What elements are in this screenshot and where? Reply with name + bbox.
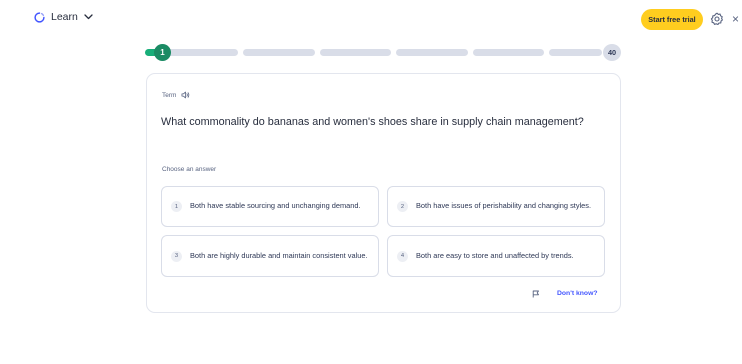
question-text: What commonality do bananas and women's … (161, 116, 584, 128)
flag-icon[interactable] (532, 290, 540, 298)
term-header: Term (162, 91, 190, 99)
progress-segment (549, 49, 602, 56)
progress-segment (320, 49, 391, 56)
answer-option-2[interactable]: 2 Both have issues of perishability and … (387, 186, 605, 227)
progress-bar: 1 40 (145, 44, 621, 61)
choose-answer-label: Choose an answer (162, 166, 217, 173)
learn-mode-icon (34, 11, 45, 23)
progress-segment (473, 49, 544, 56)
option-number: 1 (171, 201, 182, 212)
option-number: 2 (397, 201, 408, 212)
progress-total-count: 40 (603, 44, 621, 61)
speaker-icon[interactable] (181, 91, 190, 99)
mode-label: Learn (51, 11, 78, 23)
progress-segment (243, 49, 315, 56)
answer-option-4[interactable]: 4 Both are easy to store and unaffected … (387, 235, 605, 277)
option-number: 4 (397, 250, 408, 262)
progress-current-count: 1 (154, 44, 171, 61)
question-card: Term What commonality do bananas and wom… (146, 73, 621, 313)
progress-segment (396, 49, 468, 56)
answer-option-1[interactable]: 1 Both have stable sourcing and unchangi… (161, 186, 379, 227)
option-text: Both have stable sourcing and unchanging… (190, 201, 361, 211)
option-text: Both have issues of perishability and ch… (416, 201, 592, 211)
option-text: Both are easy to store and unaffected by… (416, 250, 574, 260)
progress-segment (167, 49, 238, 56)
start-free-trial-button[interactable]: Start free trial (641, 9, 703, 30)
dont-know-button[interactable]: Don't know? (557, 290, 598, 297)
gear-icon[interactable] (710, 12, 724, 26)
option-number: 3 (171, 250, 182, 262)
answer-option-3[interactable]: 3 Both are highly durable and maintain c… (161, 235, 379, 277)
chevron-down-icon (84, 14, 93, 20)
study-mode-selector[interactable]: Learn (34, 11, 93, 23)
option-text: Both are highly durable and maintain con… (190, 250, 368, 260)
term-label: Term (162, 91, 177, 99)
close-icon[interactable]: × (732, 13, 742, 25)
